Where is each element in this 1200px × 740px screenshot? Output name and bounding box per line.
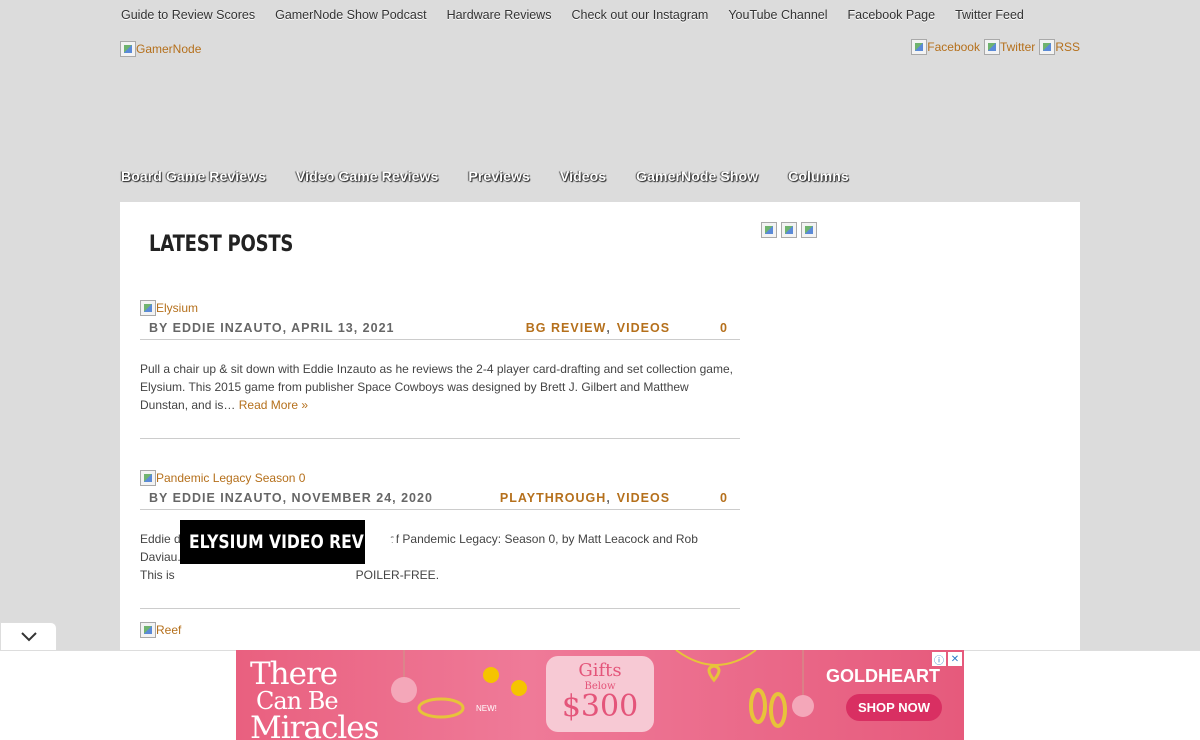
top-nav-podcast[interactable]: GamerNode Show Podcast	[275, 8, 426, 22]
top-nav-youtube[interactable]: YouTube Channel	[728, 8, 827, 22]
category-link[interactable]: VIDEOS	[617, 491, 670, 505]
main-nav-videos[interactable]: Videos	[560, 168, 606, 184]
post-byline: BY EDDIE INZAUTO, NOVEMBER 24, 2020	[149, 490, 433, 505]
top-nav-twitter[interactable]: Twitter Feed	[955, 8, 1024, 22]
ornament-illustration	[391, 650, 527, 719]
ad-gifts-text: Gifts	[578, 660, 622, 681]
site-logo[interactable]: GamerNode	[120, 41, 201, 57]
rss-link[interactable]: RSS	[1039, 39, 1080, 55]
top-nav-instagram[interactable]: Check out our Instagram	[571, 8, 708, 22]
broken-image-icon	[140, 470, 156, 486]
read-more-link[interactable]: Read More »	[239, 398, 308, 412]
broken-image-icon[interactable]	[801, 222, 817, 238]
post-item: Elysium BY EDDIE INZAUTO, APRIL 13, 2021…	[140, 300, 740, 439]
top-nav-hardware[interactable]: Hardware Reviews	[447, 8, 552, 22]
main-nav-previews[interactable]: Previews	[468, 168, 530, 184]
excerpt-text: Pull a chair up & sit down with Eddie In…	[140, 362, 733, 412]
post-byline: BY EDDIE INZAUTO, APRIL 13, 2021	[149, 320, 395, 335]
post-categories: BG REVIEW, VIDEOS 0	[526, 321, 728, 335]
comment-count[interactable]: 0	[720, 321, 728, 335]
category-separator: ,	[606, 490, 611, 505]
category-link[interactable]: BG REVIEW	[526, 321, 607, 335]
top-nav-facebook[interactable]: Facebook Page	[848, 8, 936, 22]
ad-shop-now-button[interactable]: SHOP NOW	[846, 694, 942, 721]
ad-close-icon[interactable]: ✕	[948, 652, 962, 666]
excerpt-text: Eddie d	[140, 532, 181, 546]
rss-label: RSS	[1055, 40, 1080, 54]
post-thumbnail[interactable]: Pandemic Legacy Season 0	[140, 470, 740, 486]
main-nav: Board Game Reviews Video Game Reviews Pr…	[121, 168, 849, 184]
tooltip-text: ELYSIUM VIDEO REVIEW	[189, 531, 398, 553]
video-tooltip: ELYSIUM VIDEO REVIEW	[180, 520, 397, 564]
thumbnail-alt-text: Elysium	[156, 301, 199, 315]
excerpt-text: This is	[140, 568, 175, 582]
logo-alt-text: GamerNode	[136, 42, 202, 56]
main-nav-gamernode-show[interactable]: GamerNode Show	[636, 168, 758, 184]
broken-image-icon	[1039, 39, 1056, 55]
main-nav-board-game-reviews[interactable]: Board Game Reviews	[121, 168, 266, 184]
ad-headline: There Can Be Miracles	[250, 658, 379, 740]
ad-gifts-price: $300	[561, 689, 639, 724]
category-separator: ,	[606, 320, 611, 335]
chevron-down-icon	[20, 631, 37, 641]
thumbnail-alt-text: Pandemic Legacy Season 0	[156, 471, 306, 485]
post-item: Reef	[140, 622, 740, 638]
excerpt-text: POILER-FREE.	[355, 568, 440, 582]
broken-image-icon	[140, 622, 156, 638]
ad-controls: ⓘ ✕	[932, 652, 962, 667]
jewelry-illustration	[675, 650, 814, 728]
main-nav-columns[interactable]: Columns	[788, 168, 849, 184]
ad-new-label: NEW!	[476, 704, 497, 713]
main-nav-video-game-reviews[interactable]: Video Game Reviews	[296, 168, 438, 184]
top-nav-review-scores[interactable]: Guide to Review Scores	[121, 8, 255, 22]
ad-headline-line: Miracles	[250, 710, 379, 740]
facebook-link[interactable]: Facebook	[911, 39, 980, 55]
post-categories: PLAYTHROUGH, VIDEOS 0	[500, 491, 728, 505]
section-title: LATEST POSTS	[149, 232, 294, 257]
social-links: Facebook Twitter RSS	[911, 39, 1080, 55]
broken-image-icon[interactable]	[761, 222, 777, 238]
broken-image-icon	[140, 300, 156, 316]
post-meta: BY EDDIE INZAUTO, NOVEMBER 24, 2020 PLAY…	[140, 486, 740, 510]
twitter-link[interactable]: Twitter	[983, 39, 1036, 55]
broken-image-icon	[120, 41, 136, 57]
post-divider	[140, 608, 740, 609]
ad-headline-line: There	[250, 656, 338, 692]
banner-ad[interactable]: There Can Be Miracles NEW! Gifts Below $…	[236, 650, 964, 740]
post-thumbnail[interactable]: Reef	[140, 622, 740, 638]
broken-image-icon[interactable]	[781, 222, 797, 238]
category-link[interactable]: VIDEOS	[617, 321, 670, 335]
ad-headline-line: Can Be	[256, 687, 339, 715]
ad-collapse-button[interactable]	[0, 622, 57, 650]
post-thumbnail[interactable]: Elysium	[140, 300, 740, 316]
post-meta: BY EDDIE INZAUTO, APRIL 13, 2021 BG REVI…	[140, 316, 740, 340]
comment-count[interactable]: 0	[720, 491, 728, 505]
broken-image-icon	[911, 39, 928, 55]
sidebar-images	[761, 222, 817, 238]
thumbnail-alt-text: Reef	[156, 623, 182, 637]
ad-gifts-badge: Gifts Below $300	[546, 656, 654, 732]
post-excerpt: Pull a chair up & sit down with Eddie In…	[140, 360, 740, 414]
post-divider	[140, 438, 740, 439]
top-nav: Guide to Review Scores GamerNode Show Po…	[121, 8, 1024, 22]
ad-info-icon[interactable]: ⓘ	[932, 652, 946, 667]
category-link[interactable]: PLAYTHROUGH	[500, 491, 606, 505]
twitter-label: Twitter	[999, 40, 1036, 54]
broken-image-icon	[983, 39, 1000, 55]
ad-brand: GOLDHEART	[826, 666, 940, 686]
facebook-label: Facebook	[927, 40, 980, 54]
